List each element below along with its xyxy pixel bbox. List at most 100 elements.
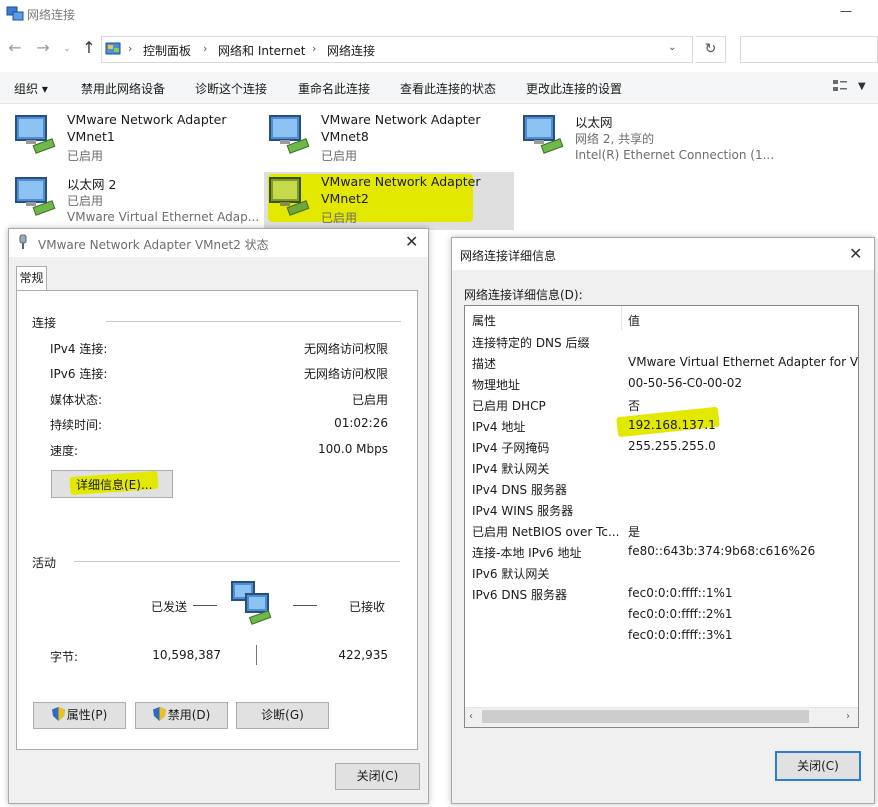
breadcrumb-control-panel[interactable]: 控制面板 <box>143 42 191 59</box>
detail-value: fec0:0:0:ffff::3%1 <box>628 628 733 642</box>
properties-button[interactable]: 属性(P) <box>33 702 126 729</box>
change-settings-command[interactable]: 更改此连接的设置 <box>526 80 622 97</box>
diagnose-connection-command[interactable]: 诊断这个连接 <box>195 80 267 97</box>
detail-value: 是 <box>628 525 641 539</box>
section-divider <box>106 321 401 322</box>
activity-section-label: 活动 <box>32 556 57 570</box>
column-divider[interactable] <box>621 306 622 330</box>
back-arrow-icon[interactable]: ← <box>6 38 24 57</box>
detail-value: VMware Virtual Ethernet Adapter for VM <box>628 355 858 369</box>
general-tab-panel <box>16 290 418 750</box>
close-icon[interactable]: ✕ <box>405 232 418 251</box>
received-label: 已接收 <box>349 600 386 614</box>
explorer-titlebar: 网络连接 — <box>0 0 878 30</box>
speed-value: 100.0 Mbps <box>317 442 388 456</box>
status-close-button[interactable]: 关闭(C) <box>335 763 420 790</box>
adapter-device: Intel(R) Ethernet Connection (1... <box>575 148 775 162</box>
uac-shield-icon <box>152 707 166 721</box>
up-arrow-icon[interactable]: ↑ <box>80 38 98 57</box>
view-dropdown-icon[interactable]: ▼ <box>858 81 866 92</box>
search-input[interactable] <box>740 36 878 63</box>
detail-property: 物理地址 <box>472 378 521 392</box>
details-dialog-title: 网络连接详细信息 <box>460 249 557 263</box>
adapter-name: VMware Network Adapter <box>67 112 227 127</box>
scroll-right-icon[interactable]: › <box>846 711 850 722</box>
detail-property: IPv4 子网掩码 <box>472 441 550 455</box>
connection-section-label: 连接 <box>32 316 57 330</box>
section-divider <box>74 561 400 562</box>
tab-general[interactable]: 常规 <box>16 266 47 291</box>
adapter-item-vmnet2[interactable]: VMware Network Adapter VMnet2 已启用 <box>264 172 514 230</box>
received-dash <box>293 605 317 606</box>
rename-connection-command[interactable]: 重命名此连接 <box>298 80 370 97</box>
bytes-label: 字节: <box>50 650 79 664</box>
disable-device-command[interactable]: 禁用此网络设备 <box>81 80 165 97</box>
details-button-label: 详细信息(E)... <box>76 478 153 492</box>
adapter-device: VMnet1 <box>67 129 115 144</box>
diagnose-button[interactable]: 诊断(G) <box>236 702 329 729</box>
detail-property: IPv4 地址 <box>472 420 526 434</box>
detail-property: IPv4 WINS 服务器 <box>472 504 574 518</box>
adapter-item-vmnet8[interactable]: VMware Network Adapter VMnet8 已启用 <box>266 110 516 168</box>
adapter-device: VMware Virtual Ethernet Adap... <box>67 210 260 224</box>
network-adapter-icon <box>15 115 56 154</box>
duration-value: 01:02:26 <box>334 416 388 430</box>
column-header-value[interactable]: 值 <box>628 312 640 329</box>
scroll-left-icon[interactable]: ‹ <box>469 711 473 722</box>
forward-arrow-icon[interactable]: → <box>34 38 52 57</box>
uac-shield-icon <box>51 707 65 721</box>
adapter-network: 网络 2, 共享的 <box>575 132 655 146</box>
change-view-icon[interactable] <box>832 78 848 94</box>
adapter-status: 已启用 <box>67 194 104 208</box>
details-list-label: 网络连接详细信息(D): <box>464 288 583 302</box>
network-adapter-icon <box>15 177 56 216</box>
adapter-status: 已启用 <box>321 211 358 225</box>
detail-property: 描述 <box>472 357 497 371</box>
disable-button[interactable]: 禁用(D) <box>135 702 228 729</box>
network-adapter-icon <box>269 177 310 216</box>
ipv4-connectivity-value: 无网络访问权限 <box>303 342 388 356</box>
detail-value: 192.168.137.1 <box>628 418 716 432</box>
address-dropdown-icon[interactable]: ⌄ <box>668 42 676 53</box>
adapter-plug-icon <box>19 234 27 249</box>
organize-menu[interactable]: 组织 ▾ <box>14 80 48 97</box>
media-state-value: 已启用 <box>351 393 388 407</box>
network-adapter-icon <box>269 115 310 154</box>
status-dialog-title: VMware Network Adapter VMnet2 状态 <box>38 238 269 252</box>
details-close-button[interactable]: 关闭(C) <box>775 751 861 781</box>
detail-property: 已启用 NetBIOS over Tc... <box>472 525 620 539</box>
adapter-item-ethernet[interactable]: 以太网 网络 2, 共享的 Intel(R) Ethernet Connecti… <box>520 110 776 168</box>
adapter-item-ethernet-2[interactable]: 以太网 2 已启用 VMware Virtual Ethernet Adap..… <box>12 172 262 230</box>
ipv6-connectivity-value: 无网络访问权限 <box>303 367 388 381</box>
adapter-name: VMware Network Adapter <box>321 174 481 189</box>
sent-label: 已发送 <box>151 600 188 614</box>
detail-value: fe80::643b:374:9b68:c616%26 <box>628 544 816 558</box>
speed-label: 速度: <box>50 444 79 458</box>
recent-dropdown-icon[interactable]: ⌄ <box>58 44 76 54</box>
detail-property: 已启用 DHCP <box>472 399 546 413</box>
ipv4-connectivity-label: IPv4 连接: <box>50 342 108 356</box>
network-connections-icon <box>6 6 24 21</box>
detail-value: 255.255.255.0 <box>628 439 716 453</box>
breadcrumb-network-internet[interactable]: 网络和 Internet <box>218 42 305 59</box>
detail-value: 否 <box>628 399 641 413</box>
adapter-name: 以太网 <box>575 115 613 130</box>
detail-property: 连接特定的 DNS 后缀 <box>472 336 590 350</box>
detail-value: fec0:0:0:ffff::2%1 <box>628 607 733 621</box>
adapter-name: 以太网 2 <box>67 177 117 192</box>
breadcrumb-network-connections[interactable]: 网络连接 <box>327 42 375 59</box>
adapter-device: VMnet8 <box>321 129 369 144</box>
adapter-device: VMnet2 <box>321 191 369 206</box>
close-icon[interactable]: ✕ <box>849 244 862 263</box>
view-status-command[interactable]: 查看此连接的状态 <box>400 80 496 97</box>
breadcrumb-separator-icon: › <box>128 42 133 55</box>
refresh-button[interactable]: ↻ <box>696 36 726 63</box>
detail-value: fec0:0:0:ffff::1%1 <box>628 586 733 600</box>
detail-property: IPv4 默认网关 <box>472 462 550 476</box>
horizontal-scroll-thumb[interactable] <box>482 710 809 723</box>
detail-value: 00-50-56-C0-00-02 <box>628 376 743 390</box>
minimize-button[interactable]: — <box>826 4 866 24</box>
bytes-received-value: 422,935 <box>338 648 388 662</box>
adapter-item-vmnet1[interactable]: VMware Network Adapter VMnet1 已启用 <box>12 110 262 168</box>
column-header-property[interactable]: 属性 <box>472 312 496 329</box>
